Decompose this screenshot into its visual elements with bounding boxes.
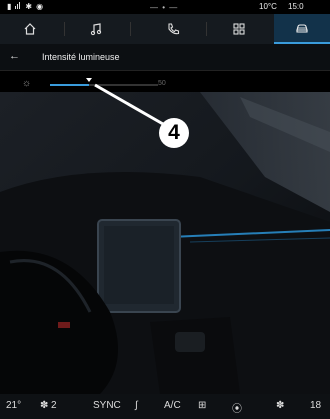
climate-bar: 21° ✽ 2 SYNC ∫ A/C ⊞ ⦿ ✽ 18 <box>0 394 330 419</box>
callout-marker: 4 <box>159 118 189 148</box>
sync-button[interactable]: SYNC <box>93 400 121 411</box>
fan-level[interactable]: 2 <box>51 400 57 411</box>
rear-defrost-icon[interactable]: ⊞ <box>198 400 206 411</box>
seat-heat-icon[interactable]: ∫ <box>135 400 138 411</box>
temperature-right[interactable]: 18 <box>310 400 321 411</box>
fan-icon: ✽ <box>40 400 49 411</box>
callout-leader-line <box>94 83 164 126</box>
fan-right-icon[interactable]: ✽ <box>276 400 284 411</box>
temperature-left[interactable]: 21° <box>6 400 21 411</box>
steering-heat-icon[interactable]: ⦿ <box>232 400 242 415</box>
ac-button[interactable]: A/C <box>164 400 181 411</box>
